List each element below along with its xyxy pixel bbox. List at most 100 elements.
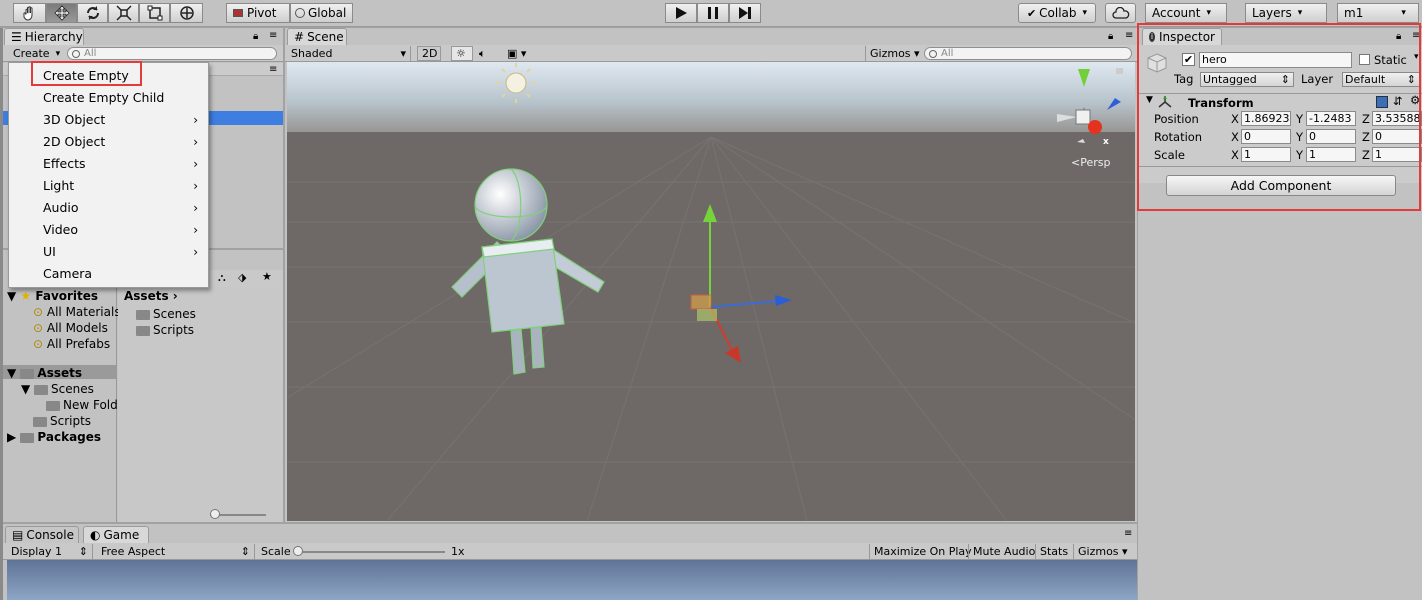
transform-tool-button[interactable] [170,3,203,23]
layout-label: m1 [1344,6,1364,20]
menu-item-2d-object[interactable]: 2D Object › [9,131,208,153]
shading-label: Shaded [291,47,333,60]
label-tag-icon[interactable]: ⬗ [238,271,246,284]
menu-item-video[interactable]: Video › [9,219,208,241]
tree-item-scenes[interactable]: ▼ Scenes [21,382,94,396]
rect-tool-button[interactable] [139,3,170,23]
viewport-lock-icon[interactable] [1116,68,1123,74]
create-dropdown[interactable]: Create [9,46,64,61]
lock-icon[interactable]: 🔒︎ [253,31,258,42]
fav-item-all-prefabs[interactable]: ⊙ All Prefabs [33,337,110,351]
menu-item-effects[interactable]: Effects › [9,153,208,175]
submenu-arrow-icon: › [193,135,198,149]
tree-item-label: Scripts [50,414,92,428]
step-button[interactable] [729,3,761,23]
mute-audio-toggle[interactable]: Mute Audio [968,544,1039,559]
global-toggle[interactable]: Global [290,3,353,23]
account-dropdown[interactable]: Account [1145,3,1227,23]
tree-item-label: New Fold [63,398,118,412]
project-content: Assets › Scenes Scripts [118,287,283,522]
scale-slider[interactable] [299,551,445,553]
menu-item-create-empty-child[interactable]: Create Empty Child [9,87,208,109]
collab-dropdown[interactable]: ✔ Collab [1018,3,1096,23]
menu-item-ui[interactable]: UI › [9,241,208,263]
menu-item-label: 2D Object [43,134,106,149]
tab-console[interactable]: ▤ Console [5,526,79,543]
content-item-scenes[interactable]: Scenes [136,307,196,321]
global-label: Global [308,6,347,20]
pivot-toggle[interactable]: Pivot [226,3,290,23]
scene-menu-icon[interactable]: ≡ [269,64,277,75]
breadcrumb[interactable]: Assets › [124,289,178,303]
panel-menu-icon[interactable]: ≡ [1125,30,1133,41]
stats-toggle[interactable]: Stats [1035,544,1072,559]
content-item-scripts[interactable]: Scripts [136,323,194,337]
2d-toggle[interactable]: 2D [417,46,441,61]
panel-menu-icon[interactable]: ≡ [269,30,277,41]
game-gizmos-dropdown[interactable]: Gizmos ▾ [1073,544,1132,559]
submenu-arrow-icon: › [193,179,198,193]
menu-item-audio[interactable]: Audio › [9,197,208,219]
audio-toggle[interactable]: 🔈︎ [475,46,497,61]
gizmos-dropdown[interactable]: Gizmos ▾ [865,46,920,61]
aspect-dropdown[interactable]: Free Aspect ⇕ [97,544,255,559]
menu-item-light[interactable]: Light › [9,175,208,197]
scale-slider-thumb[interactable] [293,546,303,556]
scene-search[interactable]: All [924,47,1132,60]
layout-dropdown[interactable]: m1 [1337,3,1419,23]
tab-game[interactable]: ◐ Game [83,526,149,543]
menu-item-label: Audio [43,200,79,215]
menu-item-label: Light [43,178,75,193]
effects-dropdown[interactable]: ▣ ▾ [503,46,537,61]
scene-viewport[interactable]: x <Persp [287,62,1135,521]
fav-item-all-models[interactable]: ⊙ All Models [33,321,108,335]
highlight-box [1137,23,1421,211]
menu-item-camera[interactable]: Camera [9,263,208,285]
star-icon[interactable]: ★ [262,270,272,283]
play-button[interactable] [665,3,697,23]
fav-item-all-materials[interactable]: ⊙ All Materials [33,305,121,319]
lock-icon[interactable]: 🔒︎ [1108,31,1113,42]
tab-hierarchy[interactable]: ☰ Hierarchy [4,28,84,45]
move-tool-button[interactable] [46,3,77,23]
2d-label: 2D [422,47,438,60]
panel-menu-icon[interactable]: ≡ [1124,528,1132,539]
cloud-button[interactable] [1105,3,1136,23]
favorites-node[interactable]: ▼ ★ Favorites [7,289,98,303]
submenu-arrow-icon: › [193,113,198,127]
folder-icon [34,384,49,395]
project-toolbar: ⛬ ⬗ ★ [210,270,283,287]
layers-dropdown[interactable]: Layers [1245,3,1327,23]
persp-label[interactable]: <Persp [1071,156,1110,169]
game-tab-label: Game [103,528,140,542]
folder-icon [20,432,35,443]
tree-item-new-folder[interactable]: New Fold [46,398,118,412]
tree-item-scripts[interactable]: Scripts [33,414,91,428]
packages-node[interactable]: ▶ Packages [7,430,101,444]
slider-thumb[interactable] [210,509,220,519]
maximize-on-play-toggle[interactable]: Maximize On Play [869,544,976,559]
scale-text: Scale [261,545,291,558]
display-label: Display 1 [11,545,63,558]
assets-node[interactable]: ▼ Assets [7,366,82,380]
tab-scene[interactable]: # Scene [287,28,347,45]
rotate-tool-button[interactable] [77,3,108,23]
scale-tool-button[interactable] [108,3,139,23]
search-icon: ⊙ [33,337,44,351]
hierarchy-search[interactable]: All [67,47,277,60]
filter-type-icon[interactable]: ⛬ [218,271,226,285]
menu-item-label: UI [43,244,56,259]
menu-item-label: Video [43,222,79,237]
image-icon: ▣ ▾ [507,47,527,60]
display-dropdown[interactable]: Display 1 ⇕ [7,544,93,559]
rotate-icon [86,6,99,20]
game-view[interactable] [7,560,1137,600]
hand-tool-button[interactable] [13,3,46,23]
menu-item-label: Effects [43,156,86,171]
console-icon: ▤ [12,528,24,542]
pause-button[interactable] [697,3,729,23]
shading-dropdown[interactable]: Shaded ▾ [287,46,411,61]
lighting-toggle[interactable]: ☼ [451,46,473,61]
create-context-menu: Create Empty Create Empty Child 3D Objec… [8,61,209,288]
menu-item-3d-object[interactable]: 3D Object › [9,109,208,131]
